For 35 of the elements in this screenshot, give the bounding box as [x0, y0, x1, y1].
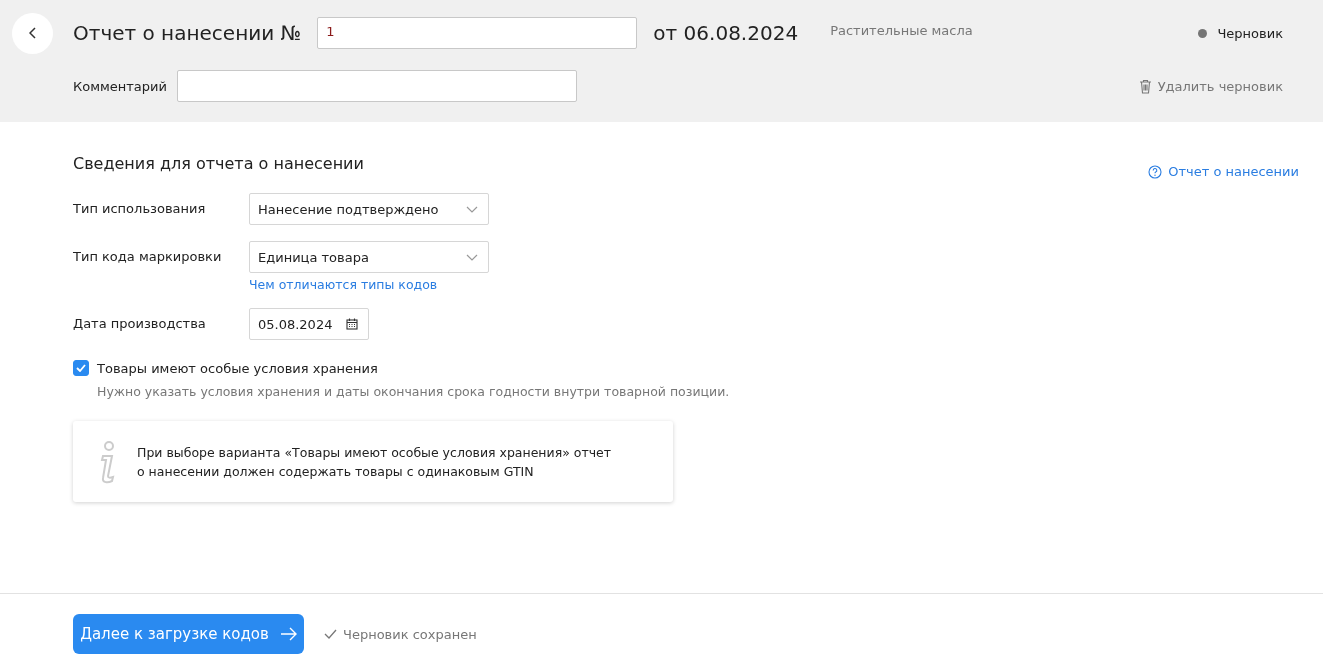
field-label: Тип кода маркировки — [73, 248, 223, 264]
comment-field[interactable] — [177, 70, 577, 102]
code-types-link[interactable]: Чем отличаются типы кодов — [249, 277, 489, 292]
field-label: Тип использования — [73, 200, 207, 216]
info-text: При выборе варианта «Товары имеют особые условия хранения» отчет — [137, 443, 612, 462]
field-label: Дата производства — [73, 315, 207, 331]
checkmark-icon — [76, 364, 86, 372]
number-field[interactable]: 1 — [317, 17, 638, 49]
saved-status: Черновик сохранен — [343, 626, 477, 642]
delete-draft-button[interactable]: Удалить черновик — [1138, 78, 1283, 94]
dropdown-field[interactable]: Единица товара — [249, 241, 489, 273]
next-button[interactable]: Далее к загрузке кодов — [73, 614, 304, 654]
product-category: Растительные масла — [830, 22, 973, 38]
checkbox-label: Товары имеют особые условия хранения — [97, 360, 378, 376]
arrow-right-icon — [280, 627, 297, 641]
dropdown-field[interactable]: Нанесение подтверждено — [249, 193, 489, 225]
status-dot — [1198, 28, 1208, 38]
chevron-down-icon — [466, 253, 478, 261]
document-date: от 06.08.2024 — [653, 21, 799, 45]
checkbox-hint: Нужно указать условия хранения и даты окончания срока годности внутри товарной позиции. — [97, 384, 731, 399]
chevron-down-icon — [466, 205, 478, 213]
storage-conditions-checkbox[interactable] — [73, 360, 89, 376]
comment-label: Комментарий — [73, 78, 168, 94]
status-label: Черновик — [1217, 25, 1283, 41]
chevron-left-icon — [28, 27, 37, 39]
section-title: Сведения для отчета о нанесении — [73, 154, 364, 173]
page-title: Отчет о нанесении № — [73, 21, 302, 45]
help-icon — [1148, 164, 1163, 179]
trash-icon — [1138, 78, 1152, 94]
date-field[interactable]: 05.08.2024 — [249, 308, 369, 340]
info-text: о нанесении должен содержать товары с одинаковым GTIN — [137, 462, 535, 481]
checkmark-icon — [324, 629, 337, 639]
calendar-icon — [346, 318, 358, 330]
back-button[interactable] — [12, 12, 53, 54]
help-link[interactable]: Отчет о нанесении — [1148, 164, 1299, 179]
